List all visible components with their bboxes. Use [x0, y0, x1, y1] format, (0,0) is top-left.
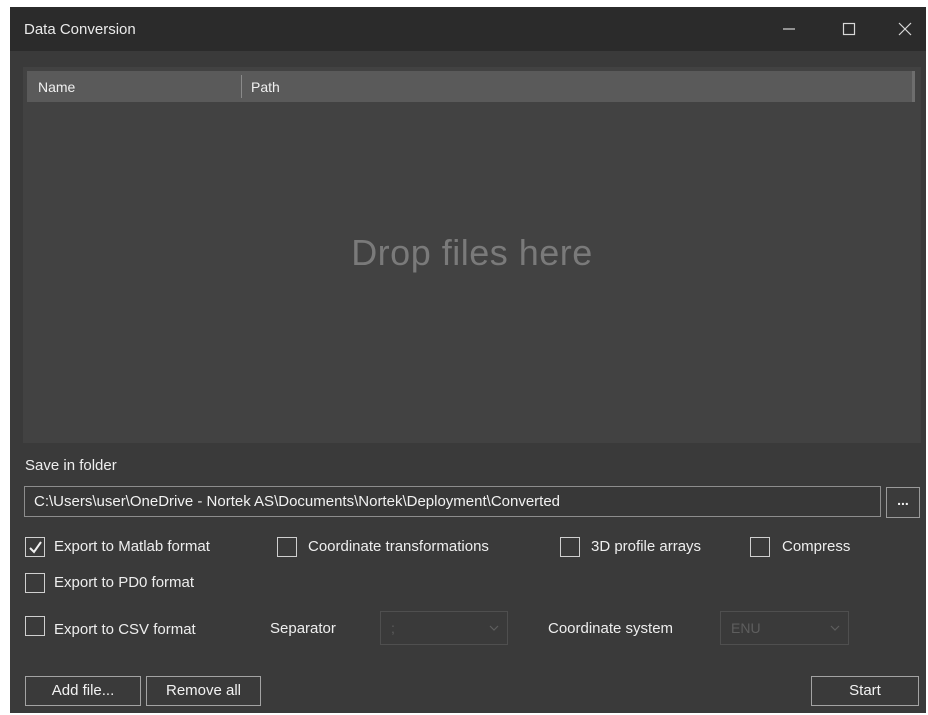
- drop-files-hint: Drop files here: [351, 232, 593, 273]
- coordinate-system-value: ENU: [731, 620, 761, 636]
- export-csv-label: Export to CSV format: [54, 621, 196, 638]
- close-icon: [898, 22, 912, 36]
- column-header-name[interactable]: Name: [38, 79, 75, 95]
- checkbox-box[interactable]: [25, 537, 45, 557]
- file-list-header: Name Path: [27, 71, 915, 102]
- checkbox-box[interactable]: [25, 573, 45, 593]
- export-pd0-label: Export to PD0 format: [54, 574, 195, 591]
- window-title: Data Conversion: [24, 21, 136, 38]
- minimize-icon: [783, 28, 795, 30]
- minimize-button[interactable]: [766, 7, 812, 51]
- close-button[interactable]: [882, 7, 928, 51]
- checkbox-box[interactable]: [750, 537, 770, 557]
- export-pd0-checkbox[interactable]: Export to PD0 format: [25, 573, 235, 597]
- checkbox-box[interactable]: [277, 537, 297, 557]
- save-folder-path-input[interactable]: C:\Users\user\OneDrive - Nortek AS\Docum…: [24, 486, 881, 517]
- export-csv-checkbox[interactable]: Export to CSV format: [25, 616, 235, 640]
- compress-label: Compress: [782, 538, 851, 555]
- add-file-button[interactable]: Add file...: [25, 676, 141, 706]
- coordinate-transformations-label: Coordinate transformations: [308, 538, 489, 555]
- coordinate-system-label: Coordinate system: [548, 620, 674, 637]
- file-list[interactable]: Name Path Drop files here: [23, 67, 921, 443]
- column-header-path[interactable]: Path: [251, 79, 280, 95]
- header-scroll-edge: [912, 71, 915, 102]
- title-bar[interactable]: Data Conversion: [10, 7, 926, 51]
- chevron-down-icon: [830, 625, 840, 631]
- maximize-button[interactable]: [826, 7, 872, 51]
- save-folder-label: Save in folder: [25, 457, 117, 474]
- checkbox-box[interactable]: [560, 537, 580, 557]
- coordinate-transformations-checkbox[interactable]: Coordinate transformations: [277, 537, 539, 561]
- separator-label: Separator: [270, 620, 336, 637]
- start-button[interactable]: Start: [811, 676, 919, 706]
- profile-arrays-checkbox[interactable]: 3D profile arrays: [560, 537, 730, 561]
- export-matlab-label: Export to Matlab format: [54, 538, 210, 555]
- browse-folder-button[interactable]: ...: [886, 487, 920, 518]
- maximize-icon: [842, 22, 856, 36]
- compress-checkbox[interactable]: Compress: [750, 537, 870, 561]
- checkbox-box[interactable]: [25, 616, 45, 636]
- separator-value: ;: [391, 620, 395, 636]
- remove-all-button[interactable]: Remove all: [146, 676, 261, 706]
- chevron-down-icon: [489, 625, 499, 631]
- data-conversion-window: Data Conversion Name Path Drop files her…: [10, 7, 926, 713]
- checkmark-icon: [29, 541, 42, 554]
- column-divider[interactable]: [241, 75, 242, 98]
- profile-arrays-label: 3D profile arrays: [591, 538, 702, 555]
- export-matlab-checkbox[interactable]: Export to Matlab format: [25, 537, 265, 561]
- separator-dropdown[interactable]: ;: [380, 611, 508, 645]
- coordinate-system-dropdown[interactable]: ENU: [720, 611, 849, 645]
